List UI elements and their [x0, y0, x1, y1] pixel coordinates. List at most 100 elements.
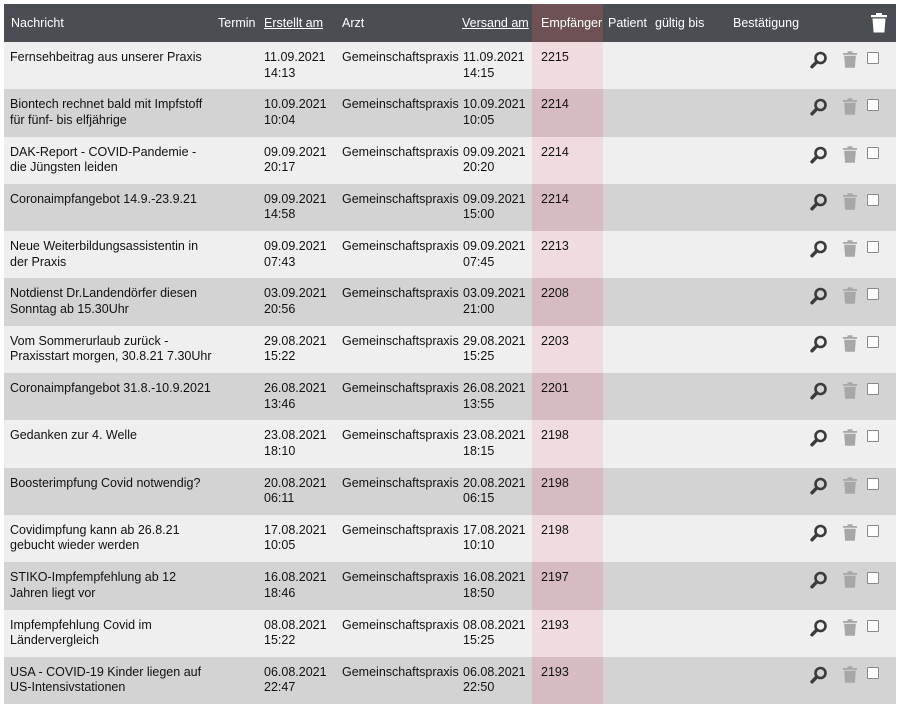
table-row[interactable]: Biontech rechnet bald mit Impfstoff für …: [4, 89, 896, 137]
table-row[interactable]: Gedanken zur 4. Welle 23.08.2021 18:10 Ge…: [4, 420, 896, 468]
trash-icon[interactable]: [842, 382, 858, 399]
doctor-name: Gemeinschaftspraxis: [342, 333, 459, 348]
magnifier-icon[interactable]: [810, 477, 828, 495]
column-header-erstellt-sort[interactable]: Erstellt am: [264, 4, 323, 42]
magnifier-icon[interactable]: [810, 666, 828, 684]
table-row[interactable]: Boosterimpfung Covid notwendig? 20.08.20…: [4, 467, 896, 515]
magnifier-icon[interactable]: [810, 619, 828, 637]
select-checkbox[interactable]: [867, 666, 879, 679]
magnifier-icon[interactable]: [810, 98, 828, 116]
column-header-versand-sort[interactable]: Versand am: [462, 4, 529, 42]
trash-icon[interactable]: [842, 98, 858, 116]
doctor-name: Gemeinschaftspraxis: [342, 50, 459, 64]
magnifier-icon[interactable]: [810, 146, 828, 164]
select-checkbox[interactable]: [867, 335, 879, 348]
select-checkbox[interactable]: [867, 524, 879, 537]
table-row[interactable]: Coronaimpfangebot 14.9.-23.9.21 09.09.20…: [4, 183, 896, 232]
message-title: STIKO-Impfempfehlung ab 12 Jahren liegt …: [10, 570, 177, 600]
sent-time: 13:55: [463, 396, 495, 411]
select-checkbox[interactable]: [867, 383, 879, 396]
created-at: 11.09.2021 14:13: [264, 50, 334, 81]
select-checkbox[interactable]: [867, 619, 879, 632]
magnifier-icon[interactable]: [810, 287, 828, 305]
sent-date: 11.09.2021: [463, 50, 525, 64]
message-title: Boosterimpfung Covid notwendig?: [10, 475, 201, 490]
magnifier-icon[interactable]: [810, 335, 828, 353]
created-date: 23.08.2021: [264, 428, 327, 443]
magnifier-icon[interactable]: [810, 571, 828, 589]
doctor-name: Gemeinschaftspraxis: [342, 239, 459, 254]
select-checkbox[interactable]: [867, 241, 879, 254]
sent-time: 06:15: [463, 491, 495, 506]
recipient-count: 2198: [541, 522, 569, 537]
sent-time: 18:15: [463, 443, 495, 458]
trash-icon[interactable]: [842, 476, 858, 494]
created-date: 10.09.2021: [264, 97, 327, 112]
select-checkbox[interactable]: [867, 52, 879, 64]
created-date: 06.08.2021: [264, 664, 327, 679]
trash-icon[interactable]: [842, 571, 858, 589]
created-date: 09.09.2021: [264, 239, 327, 254]
recipient-count: 2197: [541, 570, 569, 585]
table-row[interactable]: Notdienst Dr.Landendörfer diesen Sonntag…: [4, 278, 896, 326]
table-row[interactable]: Fernsehbeitrag aus unserer Praxis 11.09.…: [4, 42, 896, 90]
magnifier-icon[interactable]: [810, 240, 828, 258]
trash-icon[interactable]: [842, 145, 858, 163]
magnifier-icon[interactable]: [810, 429, 828, 447]
created-at: 20.08.2021 06:11: [264, 476, 334, 507]
trash-icon[interactable]: [842, 193, 858, 210]
trash-icon[interactable]: [842, 240, 858, 257]
magnifier-icon[interactable]: [810, 51, 828, 69]
sent-date: 23.08.2021: [463, 428, 526, 443]
select-checkbox[interactable]: [867, 572, 879, 585]
table-row[interactable]: STIKO-Impfempfehlung ab 12 Jahren liegt …: [4, 562, 896, 610]
sent-at: 09.09.2021 07:45: [463, 239, 533, 270]
doctor-name: Gemeinschaftspraxis: [342, 286, 459, 301]
table-row[interactable]: Vom Sommerurlaub zurück - Praxisstart mo…: [4, 325, 896, 374]
created-time: 18:46: [264, 585, 296, 600]
column-header-patient: Patient: [608, 16, 647, 30]
created-time: 15:22: [264, 349, 296, 364]
created-at: 29.08.2021 15:22: [264, 334, 334, 365]
message-title: USA - COVID-19 Kinder liegen auf US-Inte…: [10, 664, 202, 695]
message-title: Coronaimpfangebot 31.8.-10.9.2021: [10, 381, 211, 396]
select-checkbox[interactable]: [867, 430, 879, 443]
magnifier-icon[interactable]: [810, 193, 828, 211]
message-table: Nachricht Termin Erstellt am Arzt Versan…: [4, 4, 896, 704]
sent-at: 11.09.2021 14:15: [463, 50, 533, 81]
trash-icon[interactable]: [842, 524, 858, 541]
table-row[interactable]: Neue Weiterbildungsassistentin in der Pr…: [4, 231, 896, 279]
trash-icon[interactable]: [842, 666, 858, 683]
doctor-name: Gemeinschaftspraxis: [342, 97, 459, 112]
created-time: 14:58: [264, 207, 296, 222]
message-title: Biontech rechnet bald mit Impfstoff für …: [10, 97, 203, 127]
sent-time: 20:20: [463, 160, 495, 175]
trash-icon[interactable]: [842, 287, 858, 305]
table-row[interactable]: USA - COVID-19 Kinder liegen auf US-Inte…: [4, 656, 896, 704]
trash-icon[interactable]: [842, 429, 858, 447]
message-title: Covidimpfung kann ab 26.8.21 gebucht wie…: [10, 522, 180, 553]
select-checkbox[interactable]: [867, 146, 879, 159]
delete-all-trash-icon[interactable]: [870, 13, 888, 33]
trash-icon[interactable]: [842, 618, 858, 636]
trash-icon[interactable]: [842, 335, 858, 352]
select-checkbox[interactable]: [867, 193, 879, 206]
created-at: 23.08.2021 18:10: [264, 428, 334, 459]
select-checkbox[interactable]: [867, 99, 879, 112]
sent-date: 09.09.2021: [463, 239, 526, 254]
created-at: 10.09.2021 10:04: [264, 97, 334, 128]
select-checkbox[interactable]: [867, 288, 879, 301]
magnifier-icon[interactable]: [810, 524, 828, 542]
created-date: 26.08.2021: [264, 381, 327, 396]
column-header-nachricht: Nachricht: [11, 16, 64, 30]
table-row[interactable]: Covidimpfung kann ab 26.8.21 gebucht wie…: [4, 514, 896, 563]
doctor-name: Gemeinschaftspraxis: [342, 144, 459, 159]
sent-at: 09.09.2021 15:00: [463, 192, 533, 223]
trash-icon[interactable]: [842, 51, 858, 68]
select-checkbox[interactable]: [867, 477, 879, 490]
sent-at: 17.08.2021 10:10: [463, 523, 533, 554]
table-row[interactable]: Impfempfehlung Covid im Ländervergleich …: [4, 609, 896, 657]
table-row[interactable]: Coronaimpfangebot 31.8.-10.9.2021 26.08.…: [4, 373, 896, 421]
table-row[interactable]: DAK-Report - COVID-Pandemie - die Jüngst…: [4, 136, 896, 184]
magnifier-icon[interactable]: [810, 382, 828, 400]
